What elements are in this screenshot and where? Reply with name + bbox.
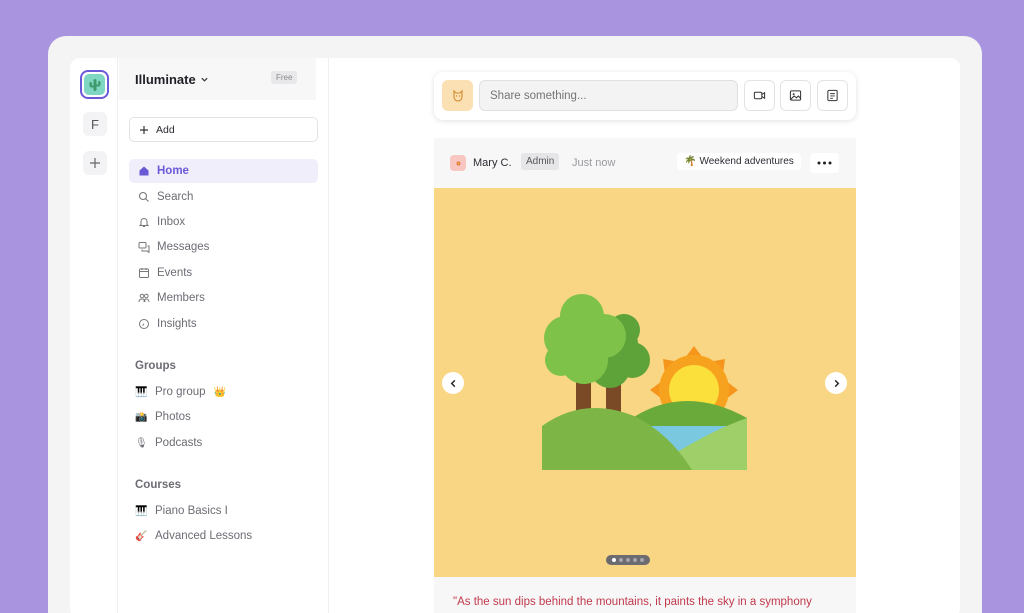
carousel-pagination: [606, 555, 650, 565]
post-media-carousel: [434, 188, 856, 577]
group-label: Pro group: [155, 386, 206, 398]
post-header: Mary C. Admin Just now 🌴 Weekend adventu…: [434, 138, 856, 188]
nav-home[interactable]: Home: [129, 159, 318, 183]
video-icon: [753, 91, 766, 100]
carousel-dot[interactable]: [626, 558, 630, 562]
chevron-left-icon: [450, 379, 455, 387]
role-badge: Admin: [521, 153, 560, 170]
post-composer: [434, 72, 856, 120]
plus-icon: [140, 125, 148, 134]
course-label: Piano Basics I: [155, 505, 228, 517]
landscape-illustration: [542, 294, 747, 470]
workspace-logo[interactable]: [80, 70, 109, 99]
nav-search[interactable]: Search: [129, 185, 318, 209]
post-timestamp: Just now: [572, 157, 616, 169]
app-window: F Illuminate Free Add Home Search Inbox …: [70, 58, 960, 613]
nav-events-label: Events: [157, 267, 193, 279]
groups-section-title: Groups: [135, 360, 176, 372]
chevron-right-icon: [834, 379, 839, 387]
search-icon: [138, 191, 149, 202]
cactus-icon: [89, 78, 100, 91]
crown-icon: 👑: [213, 386, 226, 398]
author-name[interactable]: Mary C.: [473, 157, 512, 169]
camera-icon: 📸: [135, 411, 148, 423]
nav-search-label: Search: [157, 191, 194, 203]
microphone-icon: 🎙: [135, 437, 148, 449]
carousel-prev-button[interactable]: [442, 372, 464, 394]
workspace-switcher[interactable]: Illuminate: [135, 72, 209, 87]
workspace-initial: F: [91, 116, 99, 132]
plan-badge: Free: [271, 71, 298, 84]
group-label: Podcasts: [155, 437, 203, 449]
group-item-pro-group[interactable]: 🎹 Pro group 👑: [135, 383, 226, 401]
course-label: Advanced Lessons: [155, 530, 253, 542]
nav-members-label: Members: [157, 292, 205, 304]
members-icon: [138, 293, 150, 303]
share-input[interactable]: [479, 80, 738, 111]
add-label: Add: [156, 123, 175, 136]
courses-section-title: Courses: [135, 479, 182, 491]
nav-members[interactable]: Members: [129, 286, 318, 310]
more-options-button[interactable]: [810, 153, 839, 173]
group-item-photos[interactable]: 📸 Photos: [135, 408, 191, 426]
workspace-header: Illuminate Free: [119, 58, 316, 100]
carousel-dot[interactable]: [640, 558, 644, 562]
nav-home-label: Home: [157, 165, 189, 177]
cat-avatar-icon: [452, 89, 463, 102]
nav-inbox-label: Inbox: [157, 216, 186, 228]
nav-insights[interactable]: Insights: [129, 312, 318, 336]
course-item-advanced-lessons[interactable]: 🎸 Advanced Lessons: [135, 527, 252, 545]
piano-icon: 🎹: [135, 386, 148, 398]
calendar-icon: [139, 268, 149, 278]
piano-icon: 🎹: [135, 505, 148, 517]
chat-icon: [138, 242, 150, 253]
gauge-icon: [139, 319, 149, 329]
group-item-podcasts[interactable]: 🎙 Podcasts: [135, 434, 202, 452]
plus-icon: [90, 158, 100, 168]
author-avatar[interactable]: [450, 155, 466, 171]
post-card: Mary C. Admin Just now 🌴 Weekend adventu…: [434, 138, 856, 613]
carousel-dot[interactable]: [612, 558, 616, 562]
nav-insights-label: Insights: [157, 318, 197, 330]
topic-label: Weekend adventures: [699, 156, 794, 167]
carousel-dot[interactable]: [633, 558, 637, 562]
chevron-down-icon: [201, 77, 208, 82]
workspace-switch-f[interactable]: F: [83, 112, 107, 136]
add-article-button[interactable]: [817, 80, 848, 111]
topic-tag[interactable]: 🌴 Weekend adventures: [677, 153, 801, 170]
carousel-dot[interactable]: [619, 558, 623, 562]
nav-messages-label: Messages: [157, 241, 210, 253]
nav-messages[interactable]: Messages: [129, 235, 318, 259]
group-label: Photos: [155, 411, 191, 423]
user-avatar[interactable]: [442, 80, 473, 111]
nav-inbox[interactable]: Inbox: [129, 210, 318, 234]
home-icon: [139, 166, 149, 176]
nav-events[interactable]: Events: [129, 261, 318, 285]
carousel-next-button[interactable]: [825, 372, 847, 394]
sidebar: Illuminate Free Add Home Search Inbox Me…: [119, 58, 329, 613]
add-video-button[interactable]: [744, 80, 775, 111]
more-horizontal-icon: [817, 161, 832, 165]
add-button[interactable]: Add: [129, 117, 318, 142]
add-workspace-button[interactable]: [83, 151, 107, 175]
image-icon: [789, 90, 802, 101]
flower-icon: [456, 161, 460, 165]
workspace-name: Illuminate: [135, 72, 196, 87]
document-icon: [827, 89, 838, 102]
bell-icon: [138, 218, 150, 227]
workspace-rail: F: [70, 58, 118, 613]
add-image-button[interactable]: [780, 80, 811, 111]
guitar-icon: 🎸: [135, 530, 148, 542]
post-caption: "As the sun dips behind the mountains, i…: [453, 596, 812, 608]
palm-tree-icon: 🌴: [684, 156, 697, 167]
course-item-piano-basics[interactable]: 🎹 Piano Basics I: [135, 502, 228, 520]
